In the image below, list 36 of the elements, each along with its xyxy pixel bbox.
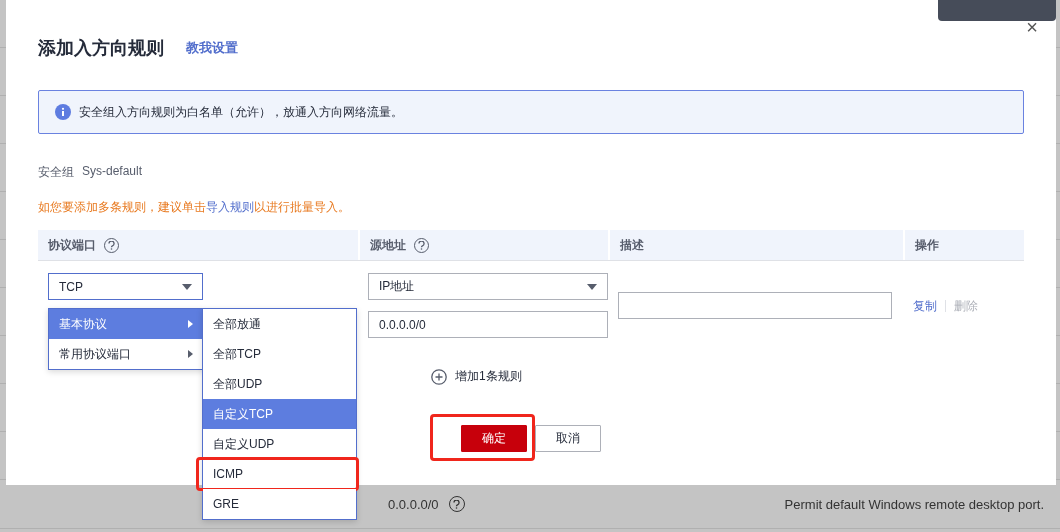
protocol-select[interactable]: TCP (48, 273, 203, 300)
menu-item[interactable]: 全部放通 (203, 309, 356, 339)
source-address: 0.0.0.0/0 (388, 496, 439, 512)
submenu-arrow-icon (188, 350, 193, 358)
caret-icon (182, 283, 192, 290)
cancel-button[interactable]: 取消 (535, 425, 601, 452)
confirm-button[interactable]: 确定 (461, 425, 527, 452)
security-group-label: 安全组 (38, 164, 74, 181)
import-rules-link[interactable]: 导入规则 (206, 200, 254, 214)
bulk-import-notice: 如您要添加多条规则，建议单击导入规则以进行批量导入。 (38, 199, 351, 216)
menu-item[interactable]: GRE (203, 489, 356, 519)
info-icon (55, 104, 71, 120)
security-group-value: Sys-default (82, 164, 143, 180)
description-input[interactable] (618, 292, 892, 319)
add-circle-icon[interactable] (431, 368, 447, 385)
column-header: 描述 (620, 236, 644, 254)
column-header: 源地址 (370, 236, 406, 254)
menu-item[interactable]: 全部TCP (203, 339, 356, 369)
source-address-input[interactable]: 0.0.0.0/0 (368, 311, 608, 338)
close-button[interactable]: × (1026, 17, 1038, 37)
dialog-title: 添加入方向规则 (38, 37, 164, 60)
column-header: 协议端口 (48, 236, 96, 254)
column-header: 操作 (915, 236, 939, 254)
source-type-select[interactable]: IP地址 (368, 273, 608, 300)
help-link[interactable]: 教我设置 (186, 39, 238, 57)
menu-item[interactable]: 常用协议端口 (49, 339, 203, 369)
caret-icon (587, 283, 597, 290)
action-link[interactable]: 复制 (913, 297, 937, 315)
rule-description: Permit default Windows remote desktop port. (784, 496, 1044, 512)
menu-item[interactable]: 自定义TCP (203, 399, 356, 429)
menu-item[interactable]: 全部UDP (203, 369, 356, 399)
info-text: 安全组入方向规则为白名单（允许），放通入方向网络流量。 (79, 103, 403, 121)
menu-item[interactable]: 自定义UDP (203, 429, 356, 459)
add-rule-link[interactable]: 增加1条规则 (455, 368, 522, 385)
menu-item[interactable]: 基本协议 (49, 309, 203, 339)
submenu-arrow-icon (188, 320, 193, 328)
